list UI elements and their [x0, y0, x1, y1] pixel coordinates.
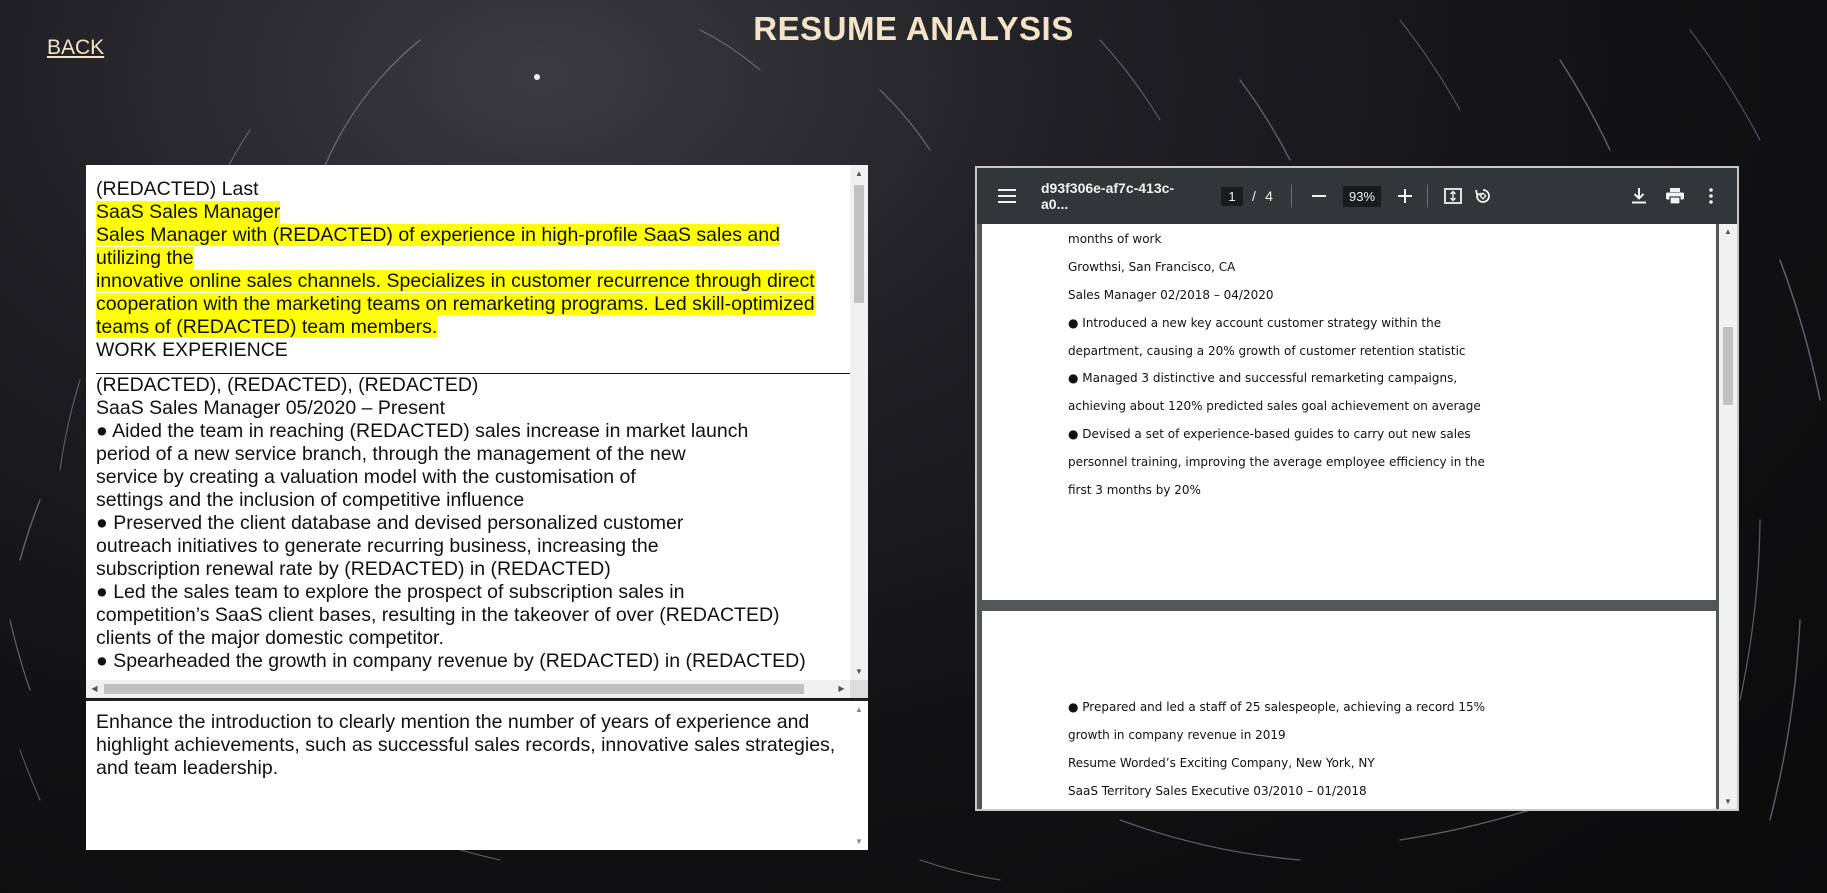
pdf-pages-area[interactable]: months of work Growthsi, San Francisco, …: [977, 224, 1737, 809]
scrollbar-thumb[interactable]: [854, 185, 864, 303]
pdf-text-line: ● Devised a set of experience-based guid…: [1068, 427, 1471, 441]
scrollbar-thumb[interactable]: [104, 684, 804, 694]
resume-line: innovative online sales channels. Specia…: [96, 270, 815, 292]
scroll-down-arrow-icon[interactable]: ▼: [850, 663, 868, 680]
resume-line: period of a new service branch, through …: [96, 443, 686, 465]
scroll-right-arrow-icon[interactable]: ▶: [833, 680, 850, 698]
resume-line: SaaS Sales Manager: [96, 201, 281, 223]
resume-line: ● Aided the team in reaching (REDACTED) …: [96, 420, 749, 442]
resume-line: (REDACTED) Last: [96, 178, 259, 200]
resume-line: service by creating a valuation model wi…: [96, 466, 636, 488]
pdf-page-2: ● Prepared and led a staff of 25 salespe…: [982, 611, 1716, 809]
pdf-filename: d93f306e-af7c-413c-a0...: [1041, 180, 1175, 212]
scrollbar-corner: [850, 680, 868, 698]
pdf-toolbar: d93f306e-af7c-413c-a0... 1 / 4 93%: [977, 168, 1737, 224]
download-icon[interactable]: [1627, 168, 1651, 224]
scroll-up-arrow-icon[interactable]: ▲: [850, 165, 868, 182]
pdf-text-line: ● Prepared and led a staff of 25 salespe…: [1068, 700, 1485, 714]
pdf-scrollbar[interactable]: ▲ ▼: [1719, 224, 1737, 809]
resume-line: ● Spearheaded the growth in company reve…: [96, 650, 806, 672]
resume-intro: (REDACTED) Last SaaS Sales Manager Sales…: [96, 178, 850, 362]
zoom-level-input[interactable]: 93%: [1339, 168, 1385, 224]
pdf-page-1: months of work Growthsi, San Francisco, …: [982, 224, 1716, 600]
feedback-panel[interactable]: Enhance the introduction to clearly ment…: [86, 699, 868, 850]
page-separator: /: [1252, 188, 1256, 204]
resume-line: ● Led the sales team to explore the pros…: [96, 581, 685, 603]
fit-page-icon[interactable]: [1441, 168, 1465, 224]
resume-line: (REDACTED), (REDACTED), (REDACTED): [96, 374, 479, 396]
resume-line: ● Preserved the client database and devi…: [96, 512, 684, 534]
pdf-text-line: personnel training, improving the averag…: [1068, 455, 1485, 469]
resume-line: competition’s SaaS client bases, resulti…: [96, 604, 780, 626]
menu-icon[interactable]: [993, 168, 1021, 224]
print-icon[interactable]: [1663, 168, 1687, 224]
pdf-text-line: ● Managed 3 distinctive and successful r…: [1068, 371, 1458, 385]
scroll-left-arrow-icon[interactable]: ◀: [86, 680, 103, 698]
resume-line: SaaS Sales Manager 05/2020 – Present: [96, 397, 446, 419]
resume-line: subscription renewal rate by (REDACTED) …: [96, 558, 611, 580]
resume-line: outreach initiatives to generate recurri…: [96, 535, 659, 557]
rotate-icon[interactable]: [1471, 168, 1495, 224]
scroll-up-arrow-icon[interactable]: ▲: [1719, 224, 1737, 239]
more-vert-icon[interactable]: [1699, 168, 1723, 224]
pdf-text-line: first 3 months by 20%: [1068, 483, 1201, 497]
scroll-down-arrow-icon[interactable]: ▼: [1719, 794, 1737, 809]
toolbar-divider: [1291, 185, 1292, 207]
zoom-in-icon[interactable]: [1393, 168, 1417, 224]
pdf-text-line: Sales Manager 02/2018 – 04/2020: [1068, 288, 1274, 302]
work-experience: (REDACTED), (REDACTED), (REDACTED) SaaS …: [96, 374, 850, 673]
pdf-text-line: achieving about 120% predicted sales goa…: [1068, 399, 1481, 413]
resume-line: WORK EXPERIENCE: [96, 339, 288, 361]
pdf-text-line: SaaS Territory Sales Executive 03/2010 –…: [1068, 784, 1367, 798]
pdf-text-line: growth in company revenue in 2019: [1068, 728, 1286, 742]
resume-text: (REDACTED) Last SaaS Sales Manager Sales…: [86, 165, 850, 680]
zoom-out-icon[interactable]: [1307, 168, 1331, 224]
page-number-input[interactable]: 1: [1217, 168, 1247, 224]
pdf-text-line: department, causing a 20% growth of cust…: [1068, 344, 1466, 358]
page-title: RESUME ANALYSIS: [753, 10, 1074, 47]
resume-horizontal-scrollbar[interactable]: ◀ ▶: [86, 680, 850, 698]
resume-line: settings and the inclusion of competitiv…: [96, 489, 525, 511]
resume-line: clients of the major domestic competitor…: [96, 627, 444, 649]
pdf-text-line: months of work: [1068, 232, 1162, 246]
resume-text-panel[interactable]: (REDACTED) Last SaaS Sales Manager Sales…: [86, 165, 868, 698]
scrollbar-thumb[interactable]: [1723, 327, 1733, 405]
feedback-text: Enhance the introduction to clearly ment…: [96, 711, 836, 779]
toolbar-divider: [1427, 185, 1428, 207]
pdf-text-line: Growthsi, San Francisco, CA: [1068, 260, 1236, 274]
resume-vertical-scrollbar[interactable]: ▲ ▼: [850, 165, 868, 680]
resume-line: utilizing the: [96, 247, 194, 269]
pdf-text-line: Resume Worded’s Exciting Company, New Yo…: [1068, 756, 1375, 770]
pdf-text-line: ● Introduced a new key account customer …: [1068, 316, 1442, 330]
scroll-down-arrow-icon[interactable]: ▼: [850, 833, 868, 850]
scroll-up-arrow-icon[interactable]: ▲: [850, 701, 868, 718]
resume-line: cooperation with the marketing teams on …: [96, 293, 815, 315]
pdf-viewer[interactable]: d93f306e-af7c-413c-a0... 1 / 4 93% month…: [975, 166, 1739, 811]
feedback-scrollbar[interactable]: ▲ ▼: [850, 701, 868, 850]
resume-line: Sales Manager with (REDACTED) of experie…: [96, 224, 780, 246]
total-pages: 4: [1265, 188, 1273, 204]
resume-line: teams of (REDACTED) team members.: [96, 316, 438, 338]
